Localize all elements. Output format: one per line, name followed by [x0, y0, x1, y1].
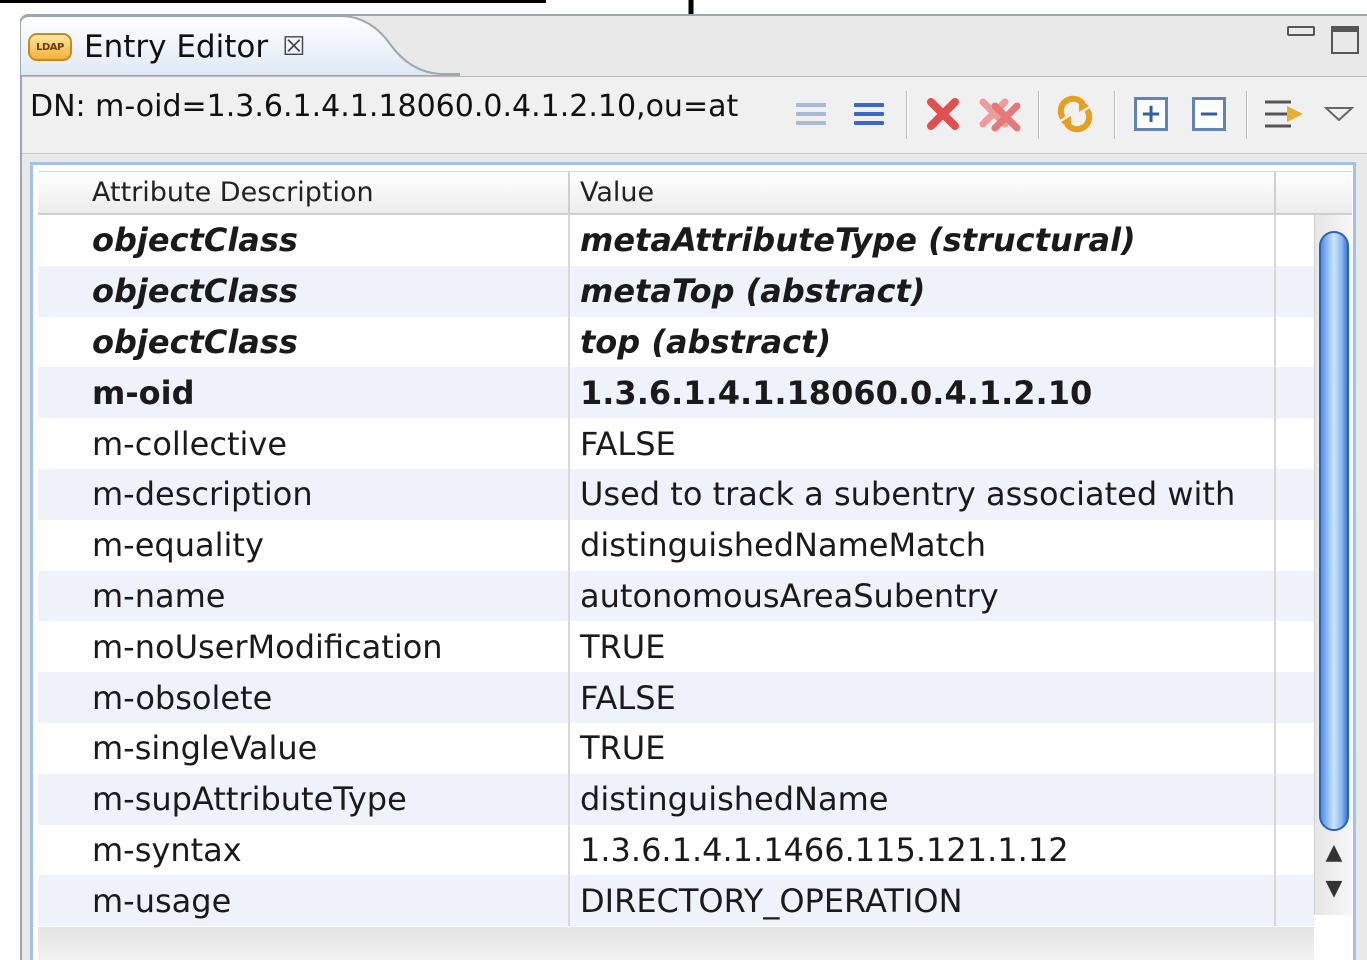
tab-entry-editor[interactable]: LDAP Entry Editor ☒: [28, 26, 305, 68]
attribute-cell: m-name: [38, 570, 570, 622]
attribute-cell: m-oid: [38, 367, 570, 419]
value-cell[interactable]: Used to track a subentry associated with: [570, 468, 1276, 520]
attribute-cell: m-collective: [38, 418, 570, 469]
delete-icon[interactable]: [920, 89, 966, 139]
column-header-attribute[interactable]: Attribute Description: [38, 172, 570, 213]
value-cell[interactable]: 1.3.6.1.4.1.18060.0.4.1.2.10: [570, 367, 1276, 419]
value-cell[interactable]: metaAttributeType (structural): [570, 215, 1276, 266]
entry-editor-view: LDAP Entry Editor ☒ DN: m-oid=1.3.6.1.4.…: [20, 14, 1367, 960]
table-row[interactable]: m-singleValue TRUE: [38, 722, 1314, 774]
value-cell[interactable]: distinguishedName: [570, 773, 1276, 825]
attribute-cell: objectClass: [38, 265, 570, 317]
tab-title: Entry Editor: [84, 29, 269, 65]
new-value-icon[interactable]: [788, 89, 834, 139]
attribute-cell: objectClass: [38, 215, 570, 266]
column-header-value[interactable]: Value: [570, 172, 1276, 213]
attribute-cell: m-supAttributeType: [38, 773, 570, 825]
table-row[interactable]: m-syntax 1.3.6.1.4.1.1466.115.121.1.12: [38, 824, 1314, 876]
attribute-cell: m-noUserModification: [38, 621, 570, 673]
attribute-cell: objectClass: [38, 316, 570, 368]
new-attribute-icon[interactable]: [846, 89, 892, 139]
toolbar-separator: [1246, 91, 1248, 139]
collapse-all-icon[interactable]: −: [1186, 89, 1232, 139]
view-menu-icon[interactable]: [1316, 89, 1362, 139]
attribute-cell: m-singleValue: [38, 722, 570, 774]
value-cell[interactable]: FALSE: [570, 672, 1276, 723]
close-icon[interactable]: ☒: [282, 32, 305, 62]
attribute-cell: m-usage: [38, 875, 570, 927]
toolbar-separator: [1038, 91, 1040, 139]
maximize-icon[interactable]: [1331, 26, 1359, 54]
value-cell[interactable]: TRUE: [570, 621, 1276, 673]
table-row[interactable]: m-description Used to track a subentry as…: [38, 468, 1314, 520]
minimize-icon[interactable]: [1287, 26, 1315, 36]
table-row[interactable]: m-name autonomousAreaSubentry: [38, 570, 1314, 622]
value-cell[interactable]: autonomousAreaSubentry: [570, 570, 1276, 622]
attributes-table: Attribute Description Value objectClass m…: [30, 162, 1356, 960]
table-row[interactable]: m-equality distinguishedNameMatch: [38, 519, 1314, 571]
scroll-down-icon[interactable]: ▼: [1315, 871, 1353, 905]
value-cell[interactable]: DIRECTORY_OPERATION: [570, 875, 1276, 927]
attribute-cell: m-description: [38, 468, 570, 520]
table-row[interactable]: objectClass metaAttributeType (structural…: [38, 215, 1314, 266]
toolbar-separator: [1114, 91, 1116, 139]
show-operational-attributes-icon[interactable]: [1260, 89, 1306, 139]
table-row[interactable]: objectClass metaTop (abstract): [38, 265, 1314, 317]
dn-label: DN: m-oid=1.3.6.1.4.1.18060.0.4.1.2.10,o…: [30, 89, 739, 124]
scrollbar-thumb[interactable]: [1319, 231, 1349, 831]
attribute-cell: m-equality: [38, 519, 570, 571]
table-row[interactable]: objectClass top (abstract): [38, 316, 1314, 368]
value-cell[interactable]: distinguishedNameMatch: [570, 519, 1276, 571]
toolbar: DN: m-oid=1.3.6.1.4.1.18060.0.4.1.2.10,o…: [22, 76, 1367, 154]
table-row[interactable]: m-oid 1.3.6.1.4.1.18060.0.4.1.2.10: [38, 367, 1314, 419]
value-cell[interactable]: TRUE: [570, 722, 1276, 774]
value-cell[interactable]: top (abstract): [570, 316, 1276, 368]
column-header-filler: [1276, 172, 1352, 213]
toolbar-separator: [906, 91, 908, 139]
value-cell[interactable]: 1.3.6.1.4.1.1466.115.121.1.12: [570, 824, 1276, 876]
vertical-scrollbar[interactable]: ▲ ▼: [1314, 215, 1352, 915]
refresh-icon[interactable]: [1052, 89, 1098, 139]
attribute-cell: m-syntax: [38, 824, 570, 876]
table-row[interactable]: m-supAttributeType distinguishedName: [38, 773, 1314, 825]
table-row[interactable]: m-obsolete FALSE: [38, 672, 1314, 723]
delete-all-icon[interactable]: [978, 89, 1024, 139]
tab-strip: LDAP Entry Editor ☒: [20, 15, 1367, 76]
table-row[interactable]: m-usage DIRECTORY_OPERATION: [38, 875, 1314, 927]
table-header: Attribute Description Value: [38, 171, 1352, 215]
scroll-up-icon[interactable]: ▲: [1315, 835, 1353, 869]
value-cell[interactable]: FALSE: [570, 418, 1276, 469]
table-body: objectClass metaAttributeType (structural…: [38, 215, 1314, 927]
table-row[interactable]: m-collective FALSE: [38, 418, 1314, 469]
horizontal-scroll-area: [38, 927, 1314, 960]
attribute-cell: m-obsolete: [38, 672, 570, 723]
value-cell[interactable]: metaTop (abstract): [570, 265, 1276, 317]
expand-all-icon[interactable]: +: [1128, 89, 1174, 139]
callout-line: [0, 0, 546, 3]
table-row[interactable]: m-noUserModification TRUE: [38, 621, 1314, 673]
ldap-icon: LDAP: [28, 33, 72, 61]
